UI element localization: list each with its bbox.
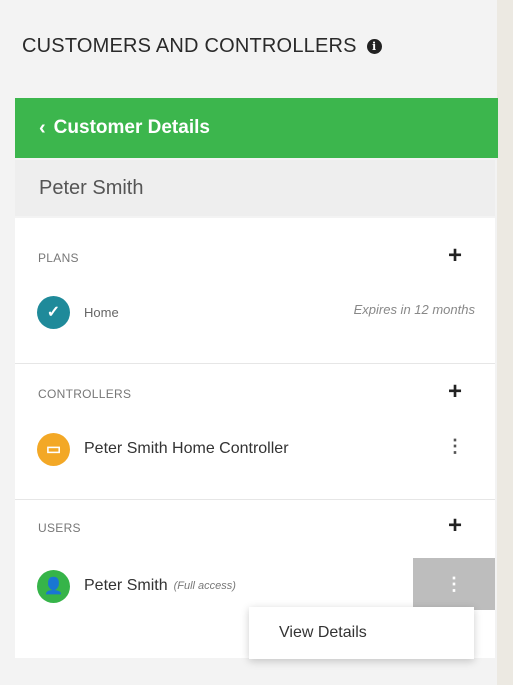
page-title-text: CUSTOMERS AND CONTROLLERS: [22, 34, 357, 57]
customer-name-bar: Peter Smith: [15, 160, 495, 216]
user-more-menu-icon[interactable]: ⋮: [413, 558, 495, 610]
view-details-menu-item[interactable]: View Details: [279, 624, 367, 642]
user-icon: 👤: [37, 569, 70, 603]
customer-details-card: PLANS + ✓ Home Expires in 12 months CONT…: [15, 218, 495, 658]
info-icon[interactable]: i: [366, 38, 382, 54]
user-name: Peter Smith: [84, 577, 168, 594]
add-user-button[interactable]: +: [443, 514, 467, 538]
plans-label: PLANS: [38, 251, 79, 265]
add-controller-button[interactable]: +: [443, 380, 467, 404]
users-label: USERS: [38, 521, 81, 535]
check-icon: ✓: [37, 295, 70, 329]
divider: [15, 499, 495, 500]
controller-name: Peter Smith Home Controller: [84, 440, 289, 457]
back-label: Customer Details: [53, 117, 210, 138]
user-actions-menu: View Details: [249, 607, 474, 659]
chevron-left-icon: ‹: [39, 116, 46, 139]
divider: [15, 363, 495, 364]
controllers-label: CONTROLLERS: [38, 387, 132, 401]
map-background: [497, 0, 513, 685]
customer-name: Peter Smith: [39, 176, 144, 199]
back-to-customer-details[interactable]: ‹ Customer Details: [15, 98, 498, 158]
page-title: CUSTOMERS AND CONTROLLERS i: [22, 32, 382, 60]
controller-icon: ▭: [37, 432, 70, 466]
plan-expiry: Expires in 12 months: [353, 302, 475, 317]
plan-name: Home: [84, 304, 119, 320]
controller-item[interactable]: ▭ Peter Smith Home Controller: [37, 431, 289, 467]
add-plan-button[interactable]: +: [443, 244, 467, 268]
plan-item[interactable]: ✓ Home: [37, 294, 119, 330]
user-access: (Full access): [173, 580, 236, 592]
controller-more-menu-icon[interactable]: ⋮: [445, 436, 465, 457]
user-item[interactable]: 👤 Peter Smith (Full access): [37, 568, 236, 604]
